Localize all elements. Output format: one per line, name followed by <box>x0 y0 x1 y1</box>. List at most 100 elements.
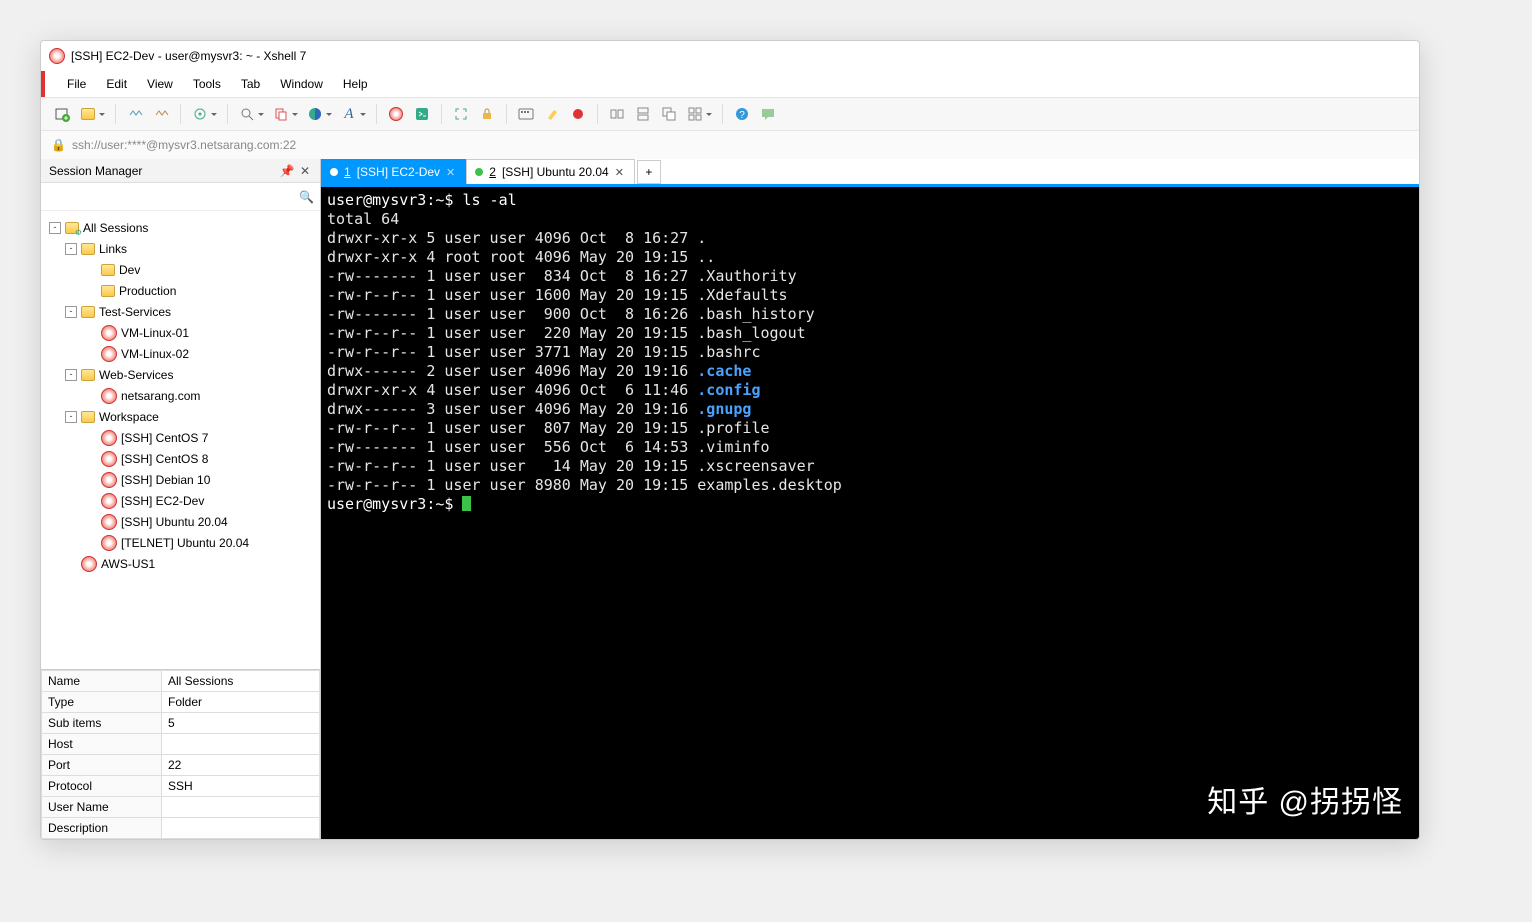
properties-button[interactable] <box>189 103 211 125</box>
tree-item[interactable]: [SSH] CentOS 7 <box>45 427 316 448</box>
prop-value <box>162 734 320 755</box>
session-tree[interactable]: -All Sessions-Links Dev Production -Test-Se… <box>41 211 320 669</box>
tree-item[interactable]: -All Sessions <box>45 217 316 238</box>
record-button[interactable] <box>567 103 589 125</box>
expander-icon[interactable]: - <box>65 306 77 318</box>
tree-item-label: Production <box>119 284 176 298</box>
tree-item[interactable]: - Web-Services <box>45 364 316 385</box>
reconnect-button[interactable] <box>124 103 146 125</box>
prop-key: Name <box>42 671 162 692</box>
session-properties: NameAll SessionsTypeFolderSub items5Host… <box>41 669 320 839</box>
tree-item[interactable]: VM-Linux-01 <box>45 322 316 343</box>
tree-item-label: [SSH] Ubuntu 20.04 <box>121 515 228 529</box>
session-icon <box>101 535 117 551</box>
menu-window[interactable]: Window <box>272 73 331 95</box>
tree-item[interactable]: [SSH] Debian 10 <box>45 469 316 490</box>
session-icon <box>101 451 117 467</box>
tile-h-button[interactable] <box>606 103 628 125</box>
highlight-button[interactable] <box>541 103 563 125</box>
tree-item-label: [SSH] Debian 10 <box>121 473 210 487</box>
help-button[interactable]: ? <box>731 103 753 125</box>
font-button[interactable]: A <box>338 103 360 125</box>
session-search[interactable]: 🔍 <box>41 183 320 211</box>
folder-icon <box>65 222 79 234</box>
terminal[interactable]: user@mysvr3:~$ ls -al total 64 drwxr-xr-… <box>321 187 1419 839</box>
session-pane-title: Session Manager <box>49 164 142 178</box>
expander-icon[interactable]: - <box>65 243 77 255</box>
expander-icon <box>85 453 97 465</box>
menu-tools[interactable]: Tools <box>185 73 229 95</box>
session-manager-pane: Session Manager 📌 ✕ 🔍 -All Sessions-Link… <box>41 159 321 839</box>
tree-item[interactable]: -Test-Services <box>45 301 316 322</box>
expander-icon <box>85 285 97 297</box>
tree-item-label: Dev <box>119 263 140 277</box>
tree-item-label: VM-Linux-01 <box>121 326 189 340</box>
tile-v-button[interactable] <box>632 103 654 125</box>
tree-item[interactable]: VM-Linux-02 <box>45 343 316 364</box>
tree-item[interactable]: netsarang.com <box>45 385 316 406</box>
cascade-button[interactable] <box>658 103 680 125</box>
tree-item[interactable]: [SSH] Ubuntu 20.04 <box>45 511 316 532</box>
close-icon[interactable]: ✕ <box>298 164 312 178</box>
tree-item[interactable]: AWS-US1 <box>45 553 316 574</box>
tree-item[interactable]: Dev <box>45 259 316 280</box>
tab-number: 2 <box>489 165 496 179</box>
tree-item-label: [SSH] CentOS 8 <box>121 452 208 466</box>
pin-icon[interactable]: 📌 <box>280 164 294 178</box>
tree-item[interactable]: -Links <box>45 238 316 259</box>
tree-item-label: netsarang.com <box>121 389 200 403</box>
copy-button[interactable] <box>270 103 292 125</box>
keyboard-button[interactable] <box>515 103 537 125</box>
search-input[interactable] <box>47 190 299 204</box>
prop-key: Description <box>42 818 162 839</box>
prop-value <box>162 818 320 839</box>
xftp-button[interactable] <box>411 103 433 125</box>
terminal-tab[interactable]: 2 [SSH] Ubuntu 20.04✕ <box>466 159 635 184</box>
address-bar[interactable]: 🔒 ssh://user:****@mysvr3.netsarang.com:2… <box>41 131 1419 159</box>
arrange-button[interactable] <box>684 103 706 125</box>
terminal-tab[interactable]: 1 [SSH] EC2-Dev✕ <box>321 159 466 184</box>
expander-icon[interactable]: - <box>65 369 77 381</box>
feedback-button[interactable] <box>757 103 779 125</box>
expander-icon <box>85 264 97 276</box>
expander-icon[interactable]: - <box>49 222 61 234</box>
find-button[interactable] <box>236 103 258 125</box>
expander-icon <box>85 474 97 486</box>
menu-help[interactable]: Help <box>335 73 376 95</box>
prop-key: Protocol <box>42 776 162 797</box>
menubar: FileEditViewToolsTabWindowHelp <box>41 71 1419 97</box>
tree-item[interactable]: [SSH] CentOS 8 <box>45 448 316 469</box>
session-icon <box>101 430 117 446</box>
folder-icon <box>101 264 115 276</box>
status-dot-icon <box>475 168 483 176</box>
new-session-button[interactable] <box>51 103 73 125</box>
color-scheme-button[interactable] <box>304 103 326 125</box>
tab-close-icon[interactable]: ✕ <box>615 166 624 179</box>
new-tab-button[interactable]: + <box>637 160 661 184</box>
open-session-button[interactable] <box>77 103 99 125</box>
xshell-button[interactable] <box>385 103 407 125</box>
tree-item[interactable]: [SSH] EC2-Dev <box>45 490 316 511</box>
expander-icon <box>85 516 97 528</box>
tree-item[interactable]: [TELNET] Ubuntu 20.04 <box>45 532 316 553</box>
expander-icon[interactable]: - <box>65 411 77 423</box>
prop-key: Host <box>42 734 162 755</box>
tree-item[interactable]: Production <box>45 280 316 301</box>
disconnect-button[interactable] <box>150 103 172 125</box>
tree-item-label: Web-Services <box>99 368 173 382</box>
menu-edit[interactable]: Edit <box>98 73 135 95</box>
menu-view[interactable]: View <box>139 73 181 95</box>
prop-value: SSH <box>162 776 320 797</box>
lock-button[interactable] <box>476 103 498 125</box>
tree-item[interactable]: -Workspace <box>45 406 316 427</box>
menu-tab[interactable]: Tab <box>233 73 268 95</box>
tab-label: [SSH] EC2-Dev <box>357 165 440 179</box>
tab-close-icon[interactable]: ✕ <box>446 166 455 179</box>
status-dot-icon <box>330 168 338 176</box>
search-icon: 🔍 <box>299 190 314 204</box>
tab-strip: 1 [SSH] EC2-Dev✕2 [SSH] Ubuntu 20.04✕+ <box>321 159 1419 187</box>
fullscreen-button[interactable] <box>450 103 472 125</box>
prop-key: User Name <box>42 797 162 818</box>
menu-file[interactable]: File <box>59 73 94 95</box>
session-pane-header: Session Manager 📌 ✕ <box>41 159 320 183</box>
